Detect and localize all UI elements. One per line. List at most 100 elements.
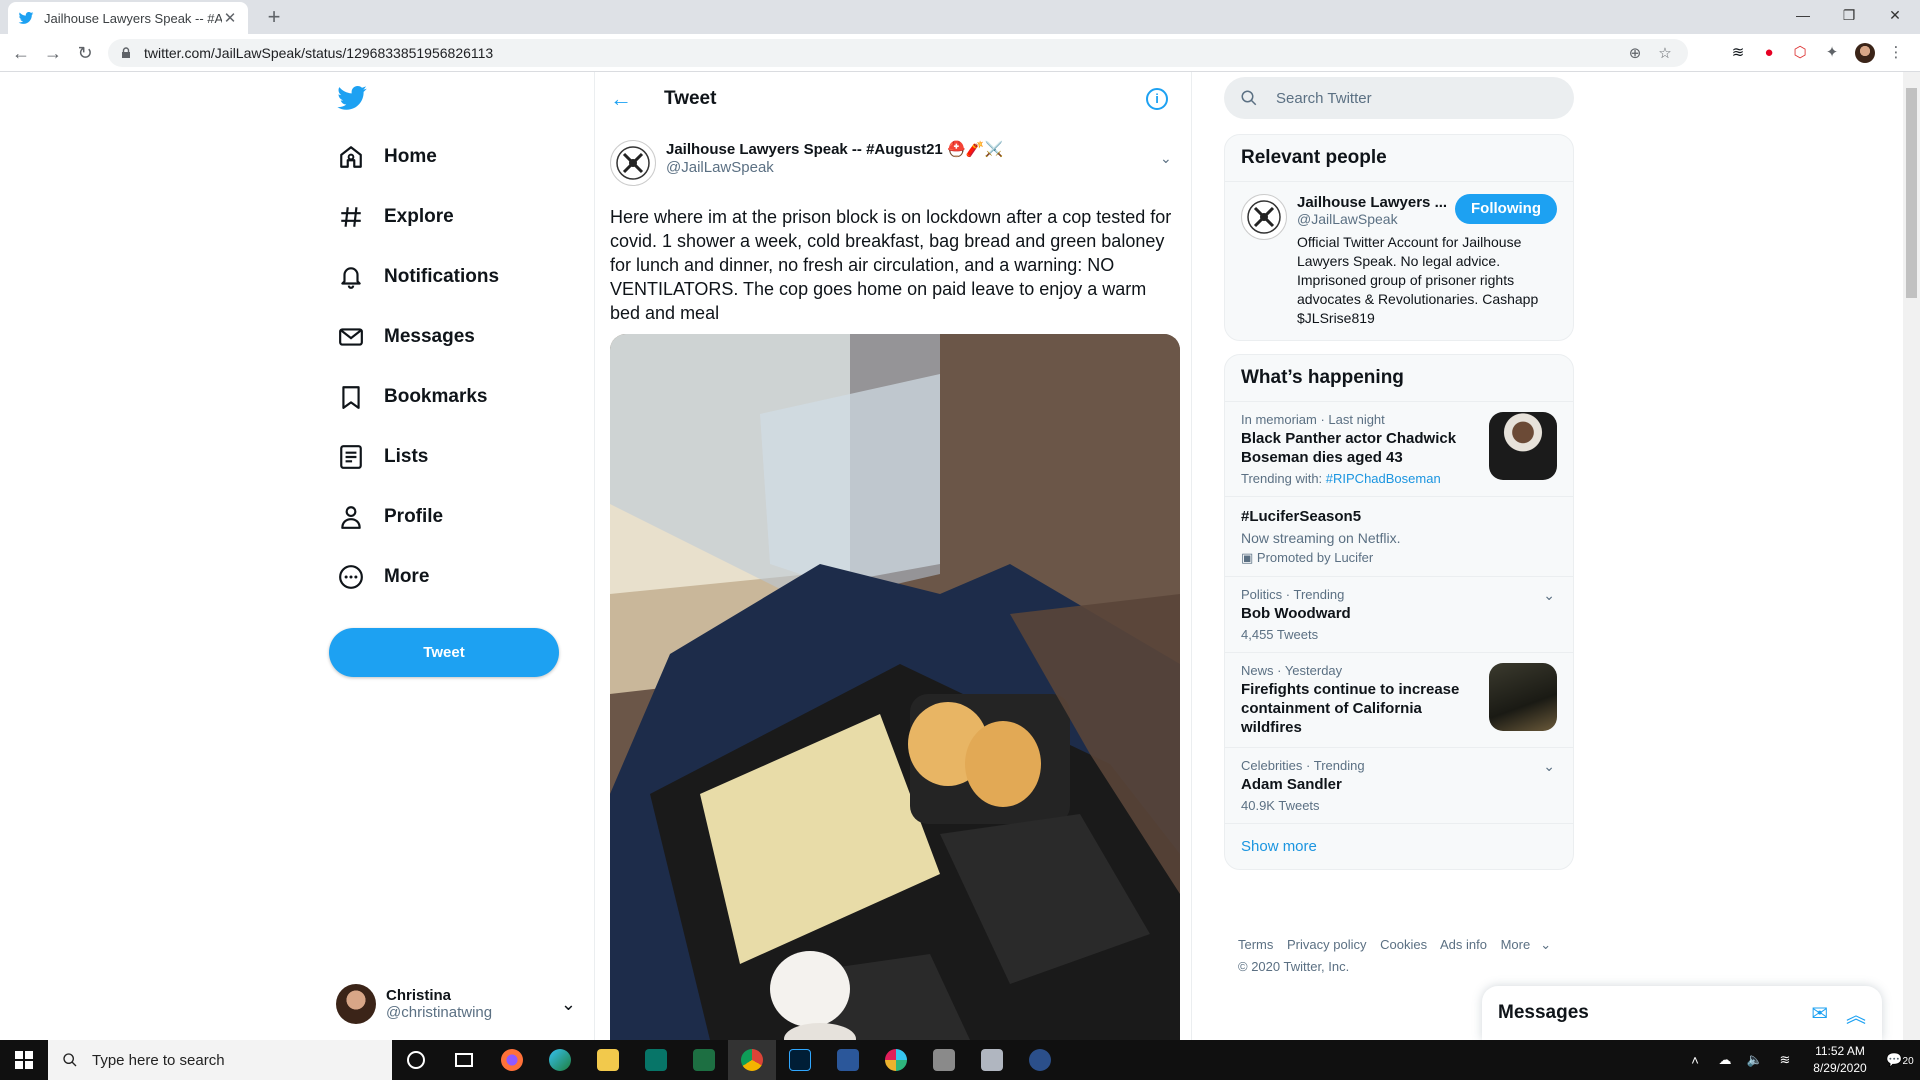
footer-link-privacy[interactable]: Privacy policy (1287, 937, 1366, 952)
messages-drawer[interactable]: Messages ✉ ︽ (1482, 986, 1882, 1040)
relevant-person[interactable]: Jailhouse Lawyers ... @JailLawSpeak Foll… (1225, 182, 1573, 340)
trend-item[interactable]: Politics · Trending Bob Woodward 4,455 T… (1225, 577, 1573, 653)
nav-bookmarks[interactable]: Bookmarks (326, 373, 500, 421)
app-icon[interactable] (1016, 1040, 1064, 1080)
new-tab-button[interactable]: + (260, 4, 288, 32)
photoshop-icon[interactable] (776, 1040, 824, 1080)
tweet-photo[interactable] (610, 334, 1180, 1040)
chevron-down-icon[interactable]: ⌄ (1160, 150, 1180, 190)
nav-label: Explore (384, 206, 454, 227)
edge-icon[interactable] (536, 1040, 584, 1080)
footer-link-cookies[interactable]: Cookies (1380, 937, 1427, 952)
relevant-people-card: Relevant people Jailhouse Lawyers ... @J… (1224, 134, 1574, 341)
browser-tab[interactable]: Jailhouse Lawyers Speak -- #Aug ✕ (8, 2, 248, 34)
taskbar-clock[interactable]: 11:52 AM 8/29/2020 (1800, 1043, 1880, 1077)
nav-label: Bookmarks (384, 386, 488, 407)
extension-badge-icon[interactable]: ⬡ (1790, 43, 1810, 63)
profile-avatar-icon[interactable] (1855, 43, 1875, 63)
chevron-down-icon[interactable]: ⌄ (561, 994, 576, 1015)
avatar[interactable] (1241, 194, 1287, 240)
trend-item[interactable]: News · Yesterday Firefights continue to … (1225, 653, 1573, 748)
account-switcher[interactable]: Christina @christinatwing ⌄ (336, 974, 576, 1034)
url-text: twitter.com/JailLawSpeak/status/12968338… (144, 45, 494, 61)
show-more-link[interactable]: Show more (1225, 824, 1573, 869)
word-icon[interactable] (824, 1040, 872, 1080)
firefox-icon[interactable] (488, 1040, 536, 1080)
app-icon[interactable] (920, 1040, 968, 1080)
tweet-author-name[interactable]: Jailhouse Lawyers Speak -- #August21 (666, 141, 943, 158)
app-icon[interactable] (968, 1040, 1016, 1080)
cortana-icon[interactable] (392, 1040, 440, 1080)
nav-label: Profile (384, 506, 444, 527)
nav-more[interactable]: More (326, 553, 441, 601)
file-explorer-icon[interactable] (584, 1040, 632, 1080)
taskbar-search-input[interactable]: Type here to search (48, 1040, 392, 1080)
trend-headline: Adam Sandler (1241, 776, 1342, 793)
back-arrow-icon[interactable]: ← (610, 86, 644, 112)
footer-link-terms[interactable]: Terms (1238, 937, 1273, 952)
expand-icon[interactable]: ︽ (1846, 999, 1866, 1028)
windows-start-icon[interactable] (0, 1040, 48, 1080)
notification-count: 20 (1902, 1056, 1914, 1067)
trend-sub: 4,455 Tweets (1241, 627, 1319, 642)
footer-link-more[interactable]: More (1501, 937, 1531, 952)
bookmark-star-icon[interactable]: ☆ (1654, 44, 1676, 62)
scrollbar[interactable] (1903, 72, 1920, 1040)
install-icon[interactable]: ⊕ (1624, 44, 1646, 62)
following-button[interactable]: Following (1455, 194, 1557, 224)
chevron-down-icon[interactable]: ⌄ (1543, 758, 1555, 775)
tweet-author-handle[interactable]: @JailLawSpeak (666, 159, 1160, 176)
tweet-header: Jailhouse Lawyers Speak -- #August21 ⛑️🧨… (610, 140, 1180, 190)
trend-hashtag[interactable]: #RIPChadBoseman (1326, 471, 1441, 486)
notification-center-icon[interactable]: 💬20 (1880, 1052, 1920, 1068)
window-close-icon[interactable]: ✕ (1872, 0, 1918, 30)
chevron-down-icon[interactable]: ⌄ (1543, 587, 1555, 604)
card-title: Relevant people (1225, 135, 1573, 182)
onedrive-icon[interactable]: ☁ (1710, 1052, 1740, 1068)
avatar[interactable] (610, 140, 656, 186)
nav-profile[interactable]: Profile (326, 493, 455, 541)
chrome-menu-icon[interactable]: ⋮ (1886, 43, 1906, 63)
person-name[interactable]: Jailhouse Lawyers ... (1297, 194, 1447, 211)
nav-explore[interactable]: Explore (326, 193, 466, 241)
nav-label: Notifications (384, 266, 500, 287)
twitter-logo-icon[interactable] (336, 82, 368, 114)
chrome-icon[interactable] (728, 1040, 776, 1080)
chevron-up-icon[interactable]: ˄ (1680, 1053, 1710, 1068)
trend-item[interactable]: In memoriam · Last night Black Panther a… (1225, 402, 1573, 497)
pinterest-icon[interactable]: ● (1759, 43, 1779, 63)
footer-link-ads[interactable]: Ads info (1440, 937, 1487, 952)
layers-extension-icon[interactable]: ≋ (1728, 43, 1748, 63)
person-bio: Official Twitter Account for Jailhouse L… (1297, 234, 1539, 326)
publisher-icon[interactable] (632, 1040, 680, 1080)
task-view-icon[interactable] (440, 1040, 488, 1080)
wifi-icon[interactable]: ≋ (1770, 1052, 1800, 1068)
info-icon[interactable]: i (1146, 87, 1168, 110)
search-input[interactable]: Search Twitter (1224, 77, 1574, 119)
trend-item[interactable]: Celebrities · Trending Adam Sandler 40.9… (1225, 748, 1573, 824)
restore-icon[interactable]: ❐ (1826, 0, 1872, 30)
forward-arrow-icon[interactable]: → (40, 40, 66, 66)
puzzle-extensions-icon[interactable]: ✦ (1822, 43, 1842, 63)
nav-home[interactable]: Home (326, 133, 449, 181)
back-arrow-icon[interactable]: ← (8, 40, 34, 66)
reload-icon[interactable]: ↻ (72, 40, 98, 66)
whats-happening-card: What’s happening In memoriam · Last nigh… (1224, 354, 1574, 870)
nav-lists[interactable]: Lists (326, 433, 440, 481)
minimize-icon[interactable]: — (1780, 0, 1826, 30)
browser-toolbar: ← → ↻ twitter.com/JailLawSpeak/status/12… (0, 34, 1920, 72)
excel-icon[interactable] (680, 1040, 728, 1080)
scrollbar-thumb[interactable] (1906, 88, 1917, 298)
nav-messages[interactable]: Messages (326, 313, 487, 361)
address-bar[interactable]: twitter.com/JailLawSpeak/status/12968338… (108, 39, 1688, 67)
tab-close-icon[interactable]: ✕ (222, 9, 238, 27)
trend-item[interactable]: #LuciferSeason5 Now streaming on Netflix… (1225, 497, 1573, 577)
trend-thumbnail (1489, 663, 1557, 731)
account-name: Christina (386, 987, 452, 1004)
tweet-button[interactable]: Tweet (329, 628, 559, 677)
slack-icon[interactable] (872, 1040, 920, 1080)
nav-notifications[interactable]: Notifications (326, 253, 511, 301)
new-message-icon[interactable]: ✉ (1811, 1001, 1828, 1026)
jls-logo-icon (1247, 200, 1281, 234)
volume-icon[interactable]: 🔈 (1740, 1052, 1770, 1068)
